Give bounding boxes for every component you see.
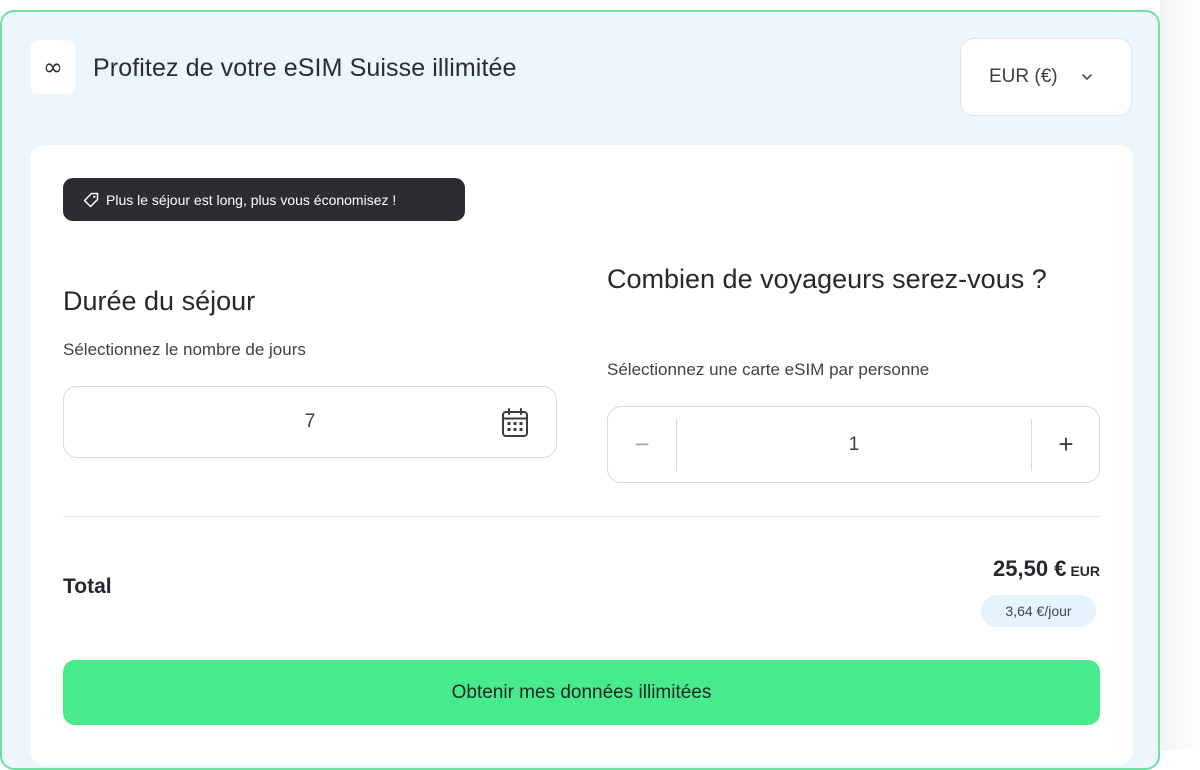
tag-icon	[83, 192, 99, 207]
travelers-stepper: − 1 +	[607, 406, 1100, 483]
duration-title: Durée du séjour	[63, 286, 256, 316]
right-edge-shadow	[1160, 0, 1200, 750]
duration-subtitle: Sélectionnez le nombre de jours	[63, 340, 306, 359]
decrement-button[interactable]: −	[608, 407, 676, 481]
travelers-title: Combien de voyageurs serez-vous ?	[607, 264, 1047, 294]
promo-text: Plus le séjour est long, plus vous écono…	[106, 191, 397, 208]
infinity-icon: ∞	[30, 40, 76, 94]
get-unlimited-data-button[interactable]: Obtenir mes données illimitées	[63, 660, 1100, 725]
chevron-down-icon	[1081, 74, 1092, 80]
total-price: 25,50 € EUR	[993, 556, 1100, 582]
per-day-badge: 3,64 €/jour	[981, 595, 1096, 627]
total-label: Total	[63, 575, 112, 598]
days-input[interactable]: 7	[63, 386, 557, 458]
days-value: 7	[304, 411, 316, 432]
currency-selector[interactable]: EUR (€)	[960, 38, 1132, 116]
logo-symbol: ∞	[43, 53, 63, 81]
promo-badge: Plus le séjour est long, plus vous écono…	[63, 178, 465, 221]
calendar-icon[interactable]	[500, 407, 530, 439]
page-title: Profitez de votre eSIM Suisse illimitée	[93, 54, 517, 82]
travelers-value[interactable]: 1	[677, 434, 1031, 456]
currency-label: EUR (€)	[989, 66, 1058, 87]
travelers-subtitle: Sélectionnez une carte eSIM par personne	[607, 360, 930, 379]
increment-button[interactable]: +	[1032, 407, 1100, 481]
section-divider	[63, 516, 1100, 517]
price-amount: 25,50 €	[993, 556, 1067, 581]
price-currency: EUR	[1070, 563, 1100, 579]
